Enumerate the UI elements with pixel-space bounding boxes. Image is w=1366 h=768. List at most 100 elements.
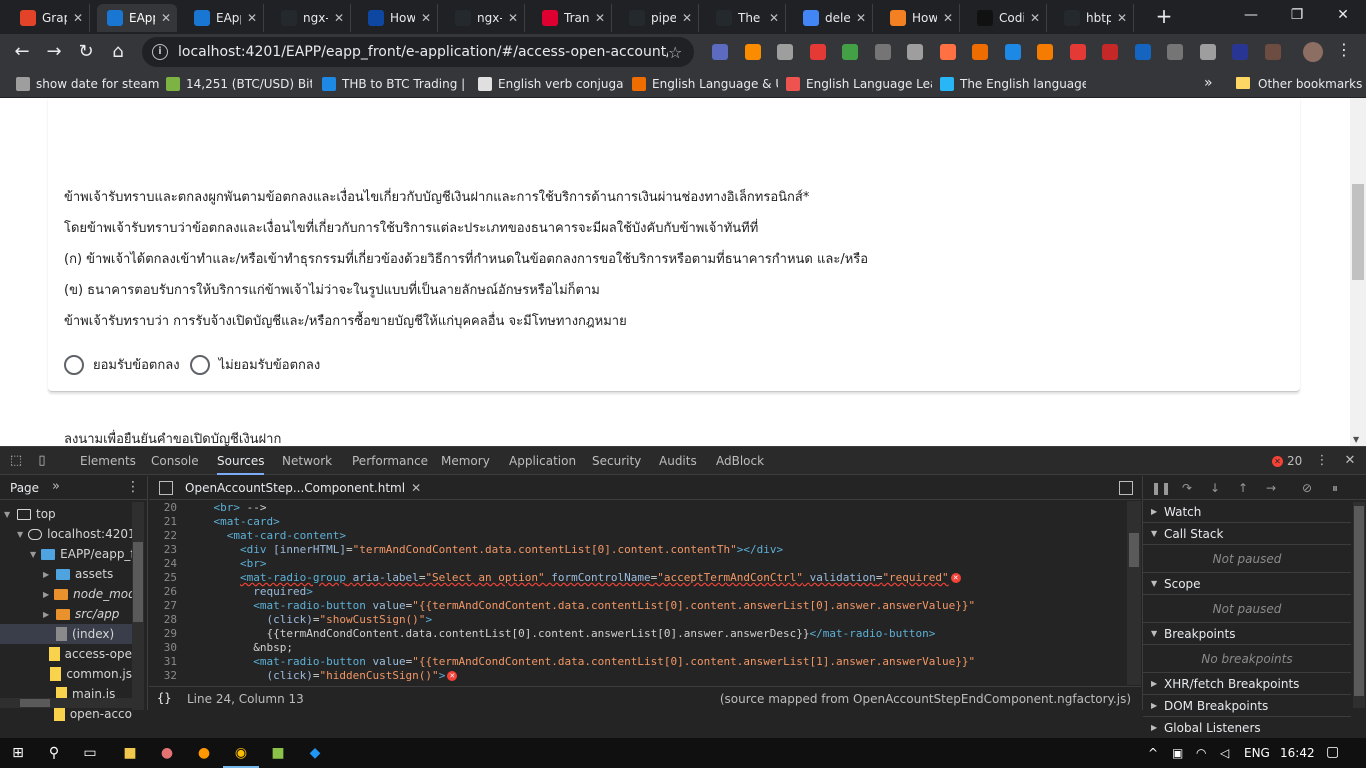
devtools-tab-network[interactable]: Network <box>282 447 332 475</box>
pause-icon[interactable]: ❚❚ <box>1151 480 1171 496</box>
bookmark-item[interactable]: show date for steam <box>16 76 162 92</box>
bookmark-item[interactable]: 14,251 (BTC/USD) Biti <box>166 76 312 92</box>
close-tab-icon[interactable]: ✕ <box>73 11 83 25</box>
browser-tab[interactable]: ngx- ✕ <box>445 4 525 32</box>
expand-arrow-icon[interactable]: ▶ <box>1151 679 1159 688</box>
clock[interactable]: 16:42 <box>1280 746 1315 760</box>
browser-tab[interactable]: How ✕ <box>358 4 438 32</box>
bookmark-item[interactable]: THB to BTC Trading | <box>322 76 468 92</box>
code-line[interactable]: 26 required> <box>149 585 1127 599</box>
tray-overflow-icon[interactable]: ^ <box>1148 746 1158 760</box>
devtools-tab-memory[interactable]: Memory <box>441 447 490 475</box>
step-into-icon[interactable]: ↓ <box>1207 480 1223 496</box>
code-view[interactable]: 20 <br> --> 21 <mat-card> 22 <mat-card-con… <box>149 501 1127 685</box>
devtools-tab-application[interactable]: Application <box>509 447 576 475</box>
close-tab-icon[interactable]: ✕ <box>682 11 692 25</box>
step-over-icon[interactable]: ↷ <box>1179 480 1195 496</box>
ext-icon-10[interactable] <box>1004 44 1021 60</box>
language-indicator[interactable]: ENG <box>1244 746 1270 760</box>
devtools-tab-security[interactable]: Security <box>592 447 641 475</box>
debugger-section-xhr-fetch-breakpoints[interactable]: ▶ XHR/fetch Breakpoints <box>1143 673 1351 695</box>
maximize-button[interactable]: ❐ <box>1274 0 1320 32</box>
expand-arrow-icon[interactable]: ▼ <box>1151 529 1159 538</box>
browser-tab[interactable]: dele ✕ <box>793 4 873 32</box>
debugger-scrollbar-thumb[interactable] <box>1354 506 1364 696</box>
devtools-tab-performance[interactable]: Performance <box>352 447 428 475</box>
ext-icon-14[interactable] <box>1134 44 1151 60</box>
expand-arrow-icon[interactable]: ▼ <box>1151 579 1159 588</box>
file-explorer-icon[interactable]: ■ <box>120 743 140 763</box>
close-tab-icon[interactable]: ✕ <box>1030 11 1040 25</box>
bookmark-item[interactable]: The English language <box>940 76 1086 92</box>
bookmark-item[interactable]: English verb conjugat <box>478 76 624 92</box>
debugger-section-dom-breakpoints[interactable]: ▶ DOM Breakpoints <box>1143 695 1351 717</box>
expand-arrow-icon[interactable]: ▶ <box>43 590 49 599</box>
debugger-section-breakpoints[interactable]: ▼ Breakpoints <box>1143 623 1351 645</box>
close-tab-icon[interactable]: ✕ <box>334 11 344 25</box>
debugger-scrollbar[interactable] <box>1353 502 1365 708</box>
device-toolbar-icon[interactable]: ▯ <box>34 453 50 469</box>
pretty-print-button[interactable]: {} <box>157 691 171 705</box>
toggle-navigator-icon[interactable] <box>159 481 173 495</box>
expand-arrow-icon[interactable]: ▼ <box>4 510 12 519</box>
radio-circle-icon[interactable] <box>64 354 84 375</box>
ext-icon-2[interactable] <box>744 44 761 60</box>
ext-icon-12[interactable] <box>1069 44 1086 60</box>
browser-tab[interactable]: Grap ✕ <box>10 4 90 32</box>
browser-tab[interactable]: Codi ✕ <box>967 4 1047 32</box>
code-line[interactable]: 32 (click)="hiddenCustSign()"> ✕ <box>149 669 1127 683</box>
bookmarks-overflow-button[interactable]: » <box>1204 75 1213 91</box>
close-tab-icon[interactable]: ✕ <box>856 11 866 25</box>
app-icon-3[interactable]: ■ <box>268 743 288 763</box>
deactivate-breakpoints-icon[interactable]: ⊘ <box>1299 480 1315 496</box>
ext-icon-11[interactable] <box>1037 44 1053 60</box>
devtools-tab-elements[interactable]: Elements <box>80 447 136 475</box>
wifi-icon[interactable]: ◠ <box>1196 746 1206 760</box>
file-tree-item[interactable]: access-ope <box>0 644 132 664</box>
code-line[interactable]: 29 {{termAndCondContent.data.contentList… <box>149 627 1127 641</box>
network-icon[interactable]: ▣ <box>1172 746 1183 760</box>
browser-tab[interactable]: hbtp ✕ <box>1054 4 1134 32</box>
profile-avatar[interactable] <box>1303 42 1323 62</box>
ext-icon-4[interactable] <box>809 44 826 60</box>
radio-circle-icon[interactable] <box>189 354 210 375</box>
browser-tab[interactable]: EApp ✕ <box>184 4 264 32</box>
file-tree-item[interactable]: common.js <box>0 664 132 684</box>
line-number[interactable]: 28 <box>149 613 177 627</box>
back-button[interactable]: ← <box>10 40 34 64</box>
ext-icon-15[interactable] <box>1167 44 1183 60</box>
page-scrollbar[interactable]: ▼ <box>1350 98 1366 446</box>
notification-center-icon[interactable]: ▢ <box>1326 744 1339 760</box>
line-number[interactable]: 25 <box>149 571 177 585</box>
expand-arrow-icon[interactable]: ▶ <box>1151 723 1159 732</box>
app-icon-1[interactable]: ● <box>157 743 177 763</box>
toggle-debugger-icon[interactable] <box>1119 481 1133 495</box>
code-line[interactable]: 23 <div [innerHTML]="termAndCondContent.… <box>149 543 1127 557</box>
volume-icon[interactable]: ◁ <box>1220 746 1229 760</box>
vscode-icon[interactable]: ◆ <box>305 743 325 763</box>
debugger-section-scope[interactable]: ▼ Scope <box>1143 573 1351 595</box>
code-line[interactable]: 27 <mat-radio-button value="{{termAndCon… <box>149 599 1127 613</box>
close-tab-icon[interactable]: ✕ <box>769 11 779 25</box>
expand-arrow-icon[interactable]: ▶ <box>43 610 51 619</box>
editor-scrollbar-thumb[interactable] <box>1129 533 1139 567</box>
source-map-link[interactable]: (source mapped from OpenAccountStepEndCo… <box>720 692 1131 706</box>
close-devtools-icon[interactable]: ✕ <box>1342 453 1358 469</box>
navigator-scrollbar-thumb[interactable] <box>133 542 143 622</box>
inspect-element-icon[interactable]: ⬚ <box>8 453 24 469</box>
devtools-tab-console[interactable]: Console <box>151 447 199 475</box>
error-count-badge[interactable]: ✕ 20 <box>1272 454 1302 468</box>
new-tab-button[interactable]: + <box>1152 5 1176 29</box>
file-tree-item[interactable]: ▶ src/app <box>0 604 132 624</box>
error-marker-icon[interactable]: ✕ <box>447 671 458 681</box>
devtools-tab-audits[interactable]: Audits <box>659 447 697 475</box>
expand-arrow-icon[interactable]: ▼ <box>17 530 23 539</box>
debugger-section-call-stack[interactable]: ▼ Call Stack <box>1143 523 1351 545</box>
bookmark-item[interactable]: English Language & U <box>632 76 778 92</box>
code-line[interactable]: 28 (click)="showCustSign()"> <box>149 613 1127 627</box>
line-number[interactable]: 26 <box>149 585 177 599</box>
line-number[interactable]: 32 <box>149 669 177 683</box>
line-number[interactable]: 23 <box>149 543 177 557</box>
address-bar[interactable]: i localhost:4201/EAPP/eapp_front/e-appli… <box>142 37 694 67</box>
ext-icon-13[interactable] <box>1102 44 1118 60</box>
